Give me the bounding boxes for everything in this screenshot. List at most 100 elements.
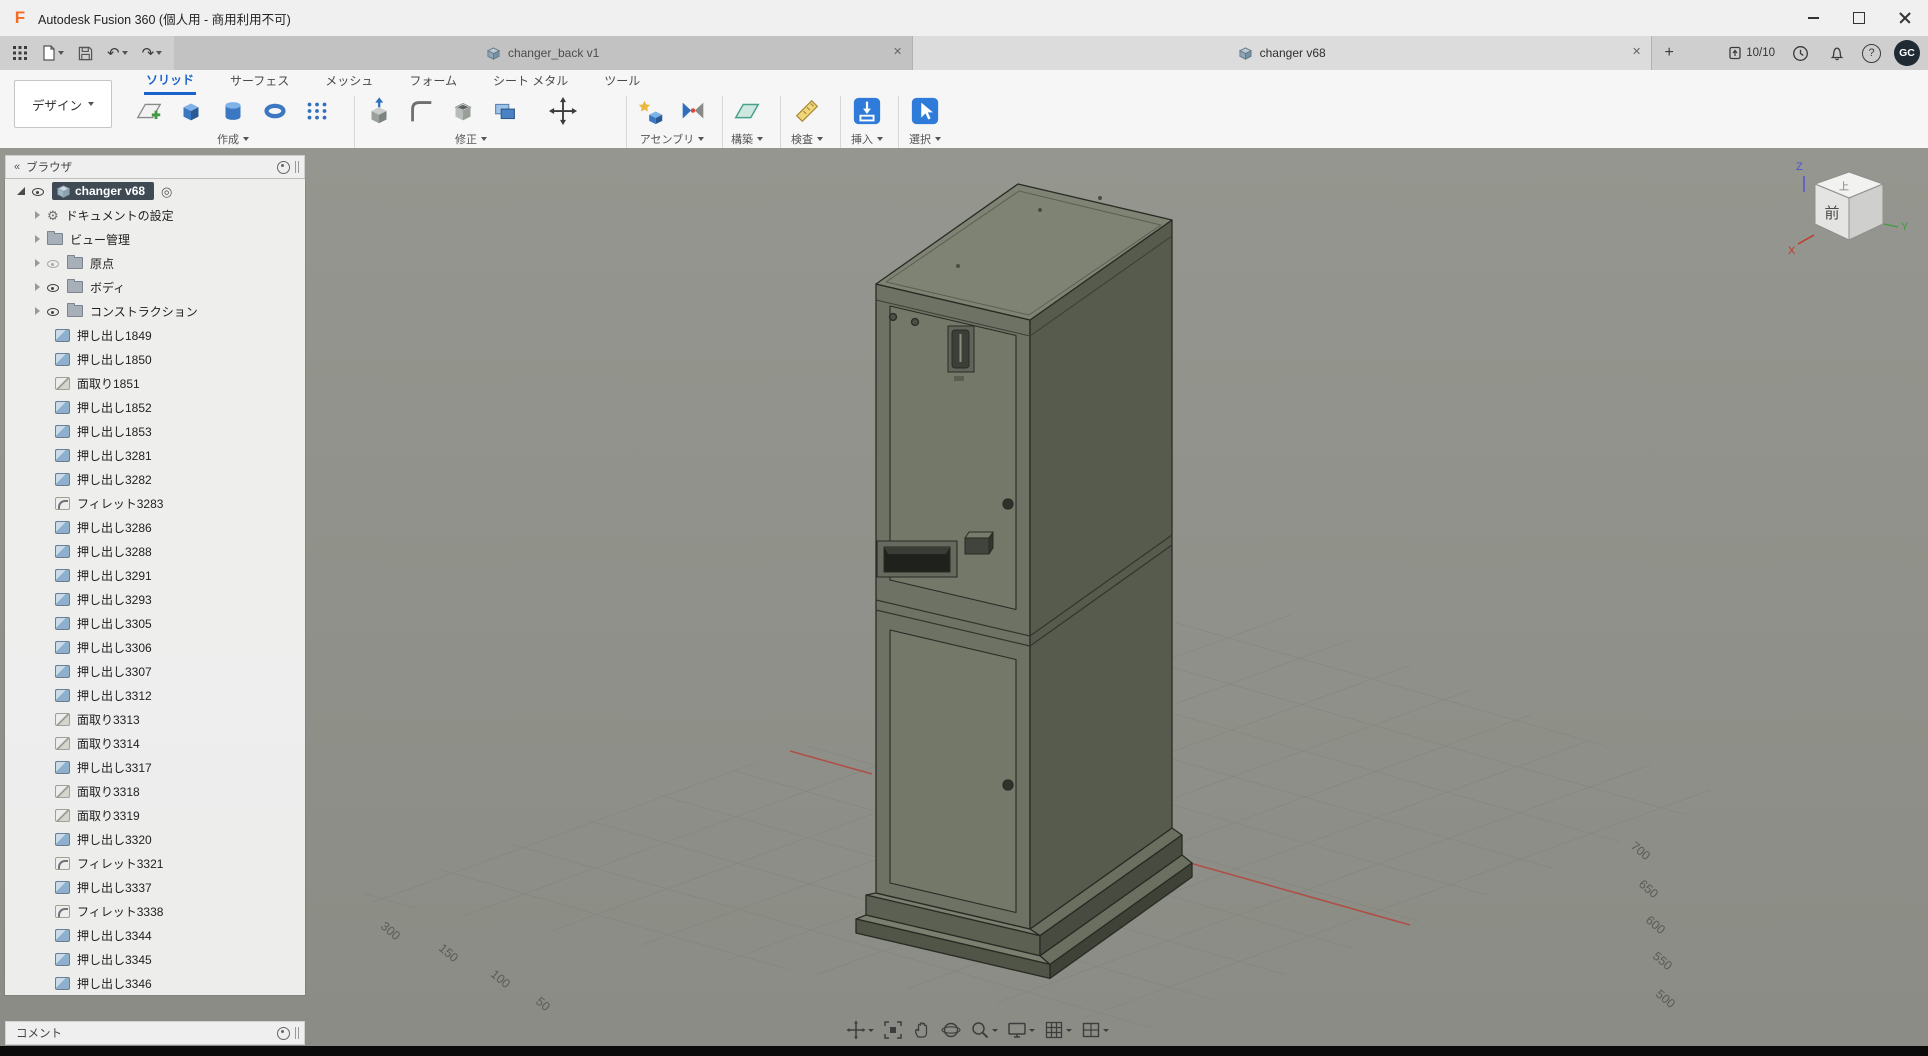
tab-sheetmetal[interactable]: シート メタル — [491, 69, 570, 93]
comments-bar[interactable]: コメント — [5, 1021, 305, 1045]
move-button[interactable] — [546, 94, 580, 128]
press-pull-button[interactable] — [362, 94, 396, 128]
group-construct-dropdown[interactable]: 構築 — [731, 131, 763, 147]
create-torus-button[interactable] — [258, 94, 292, 128]
create-sketch-button[interactable] — [132, 94, 166, 128]
feature-row[interactable]: 押し出し1852 — [5, 395, 305, 419]
feature-row[interactable]: 押し出し1850 — [5, 347, 305, 371]
activate-component-icon[interactable]: ◎ — [161, 185, 172, 198]
grid-snaps-button[interactable] — [1044, 1020, 1072, 1040]
group-insert-dropdown[interactable]: 挿入 — [851, 131, 883, 147]
file-menu-button[interactable] — [38, 42, 68, 64]
tab-changer-v68[interactable]: changer v68 ✕ — [913, 36, 1652, 70]
browser-item-view-management[interactable]: ビュー管理 — [5, 227, 305, 251]
group-inspect-dropdown[interactable]: 検査 — [791, 131, 823, 147]
fit-button[interactable] — [883, 1020, 903, 1040]
feature-row[interactable]: 押し出し1853 — [5, 419, 305, 443]
feature-row[interactable]: 面取り1851 — [5, 371, 305, 395]
expand-arrow-icon[interactable] — [17, 187, 25, 195]
shell-button[interactable] — [446, 94, 480, 128]
tab-form[interactable]: フォーム — [407, 69, 459, 93]
pan-button[interactable] — [846, 1020, 874, 1040]
insert-button[interactable] — [850, 94, 884, 128]
panel-pin-icon[interactable] — [277, 161, 290, 174]
tab-mesh[interactable]: メッシュ — [323, 69, 375, 93]
workspace-selector[interactable]: デザイン — [14, 80, 112, 128]
visibility-eye-icon[interactable] — [47, 305, 60, 318]
feature-row[interactable]: 押し出し3281 — [5, 443, 305, 467]
fillet-button[interactable] — [404, 94, 438, 128]
feature-row[interactable]: 面取り3318 — [5, 779, 305, 803]
feature-row[interactable]: 押し出し3320 — [5, 827, 305, 851]
expand-arrow-icon[interactable] — [35, 283, 40, 291]
group-create-dropdown[interactable]: 作成 — [217, 131, 249, 147]
feature-row[interactable]: 押し出し3317 — [5, 755, 305, 779]
activity-history-button[interactable] — [1788, 41, 1812, 65]
tab-close-icon[interactable]: ✕ — [893, 45, 902, 58]
save-button[interactable] — [74, 43, 97, 64]
feature-row[interactable]: フィレット3283 — [5, 491, 305, 515]
feature-row[interactable]: 押し出し3282 — [5, 467, 305, 491]
feature-row[interactable]: 押し出し3346 — [5, 971, 305, 995]
feature-row[interactable]: 押し出し3345 — [5, 947, 305, 971]
new-component-button[interactable] — [634, 94, 668, 128]
feature-row[interactable]: 押し出し3288 — [5, 539, 305, 563]
create-cylinder-button[interactable] — [216, 94, 250, 128]
browser-root-row[interactable]: changer v68 ◎ — [5, 179, 305, 203]
combine-button[interactable] — [488, 94, 522, 128]
tab-changer-back-v1[interactable]: changer_back v1 ✕ — [174, 36, 913, 70]
model-cabinet[interactable] — [856, 184, 1192, 978]
group-modify-dropdown[interactable]: 修正 — [455, 131, 487, 147]
feature-row[interactable]: フィレット3321 — [5, 851, 305, 875]
joint-button[interactable] — [676, 94, 710, 128]
comments-expand-icon[interactable] — [277, 1027, 290, 1040]
visibility-eye-icon[interactable] — [47, 257, 60, 270]
undo-button[interactable]: ↶ — [103, 43, 132, 64]
notifications-button[interactable] — [1825, 41, 1849, 65]
tab-close-icon[interactable]: ✕ — [1632, 45, 1641, 58]
feature-row[interactable]: 面取り3314 — [5, 731, 305, 755]
select-button[interactable] — [908, 94, 942, 128]
expand-arrow-icon[interactable] — [35, 259, 40, 267]
pattern-button[interactable] — [300, 94, 334, 128]
browser-item-construction[interactable]: コンストラクション — [5, 299, 305, 323]
feature-row[interactable]: 押し出し3312 — [5, 683, 305, 707]
collapse-panel-icon[interactable]: « — [14, 161, 20, 173]
create-box-button[interactable] — [174, 94, 208, 128]
user-avatar[interactable]: GC — [1894, 40, 1920, 66]
pan-hand-button[interactable] — [912, 1020, 932, 1040]
feature-row[interactable]: 押し出し3307 — [5, 659, 305, 683]
tab-surface[interactable]: サーフェス — [228, 69, 291, 93]
feature-row[interactable]: 押し出し3344 — [5, 923, 305, 947]
browser-item-bodies[interactable]: ボディ — [5, 275, 305, 299]
group-select-dropdown[interactable]: 選択 — [909, 131, 941, 147]
zoom-button[interactable] — [970, 1020, 998, 1040]
browser-item-document-settings[interactable]: ⚙ ドキュメントの設定 — [5, 203, 305, 227]
new-tab-button[interactable]: + — [1656, 40, 1682, 66]
minimize-button[interactable] — [1790, 0, 1836, 36]
feature-row[interactable]: 面取り3313 — [5, 707, 305, 731]
measure-button[interactable] — [790, 94, 824, 128]
viewports-button[interactable] — [1081, 1020, 1109, 1040]
close-button[interactable] — [1882, 0, 1928, 36]
view-cube[interactable]: 上 前 Z X Y — [1784, 150, 1914, 280]
feature-row[interactable]: 押し出し3305 — [5, 611, 305, 635]
feature-row[interactable]: 押し出し1849 — [5, 323, 305, 347]
tab-solid[interactable]: ソリッド — [144, 68, 196, 95]
construction-plane-button[interactable] — [730, 94, 764, 128]
help-button[interactable]: ? — [1862, 44, 1881, 63]
maximize-button[interactable] — [1836, 0, 1882, 36]
feature-row[interactable]: 面取り3319 — [5, 803, 305, 827]
feature-row[interactable]: 押し出し3337 — [5, 875, 305, 899]
feature-row[interactable]: 押し出し3291 — [5, 563, 305, 587]
visibility-eye-icon[interactable] — [32, 185, 45, 198]
display-settings-button[interactable] — [1007, 1020, 1035, 1040]
feature-row[interactable]: 押し出し3293 — [5, 587, 305, 611]
expand-arrow-icon[interactable] — [35, 211, 40, 219]
app-grid-button[interactable] — [8, 42, 32, 64]
panel-grip-handle[interactable] — [295, 161, 299, 173]
feature-row[interactable]: フィレット3338 — [5, 899, 305, 923]
panel-grip-handle[interactable] — [295, 1027, 299, 1039]
browser-item-origin[interactable]: 原点 — [5, 251, 305, 275]
visibility-eye-icon[interactable] — [47, 281, 60, 294]
